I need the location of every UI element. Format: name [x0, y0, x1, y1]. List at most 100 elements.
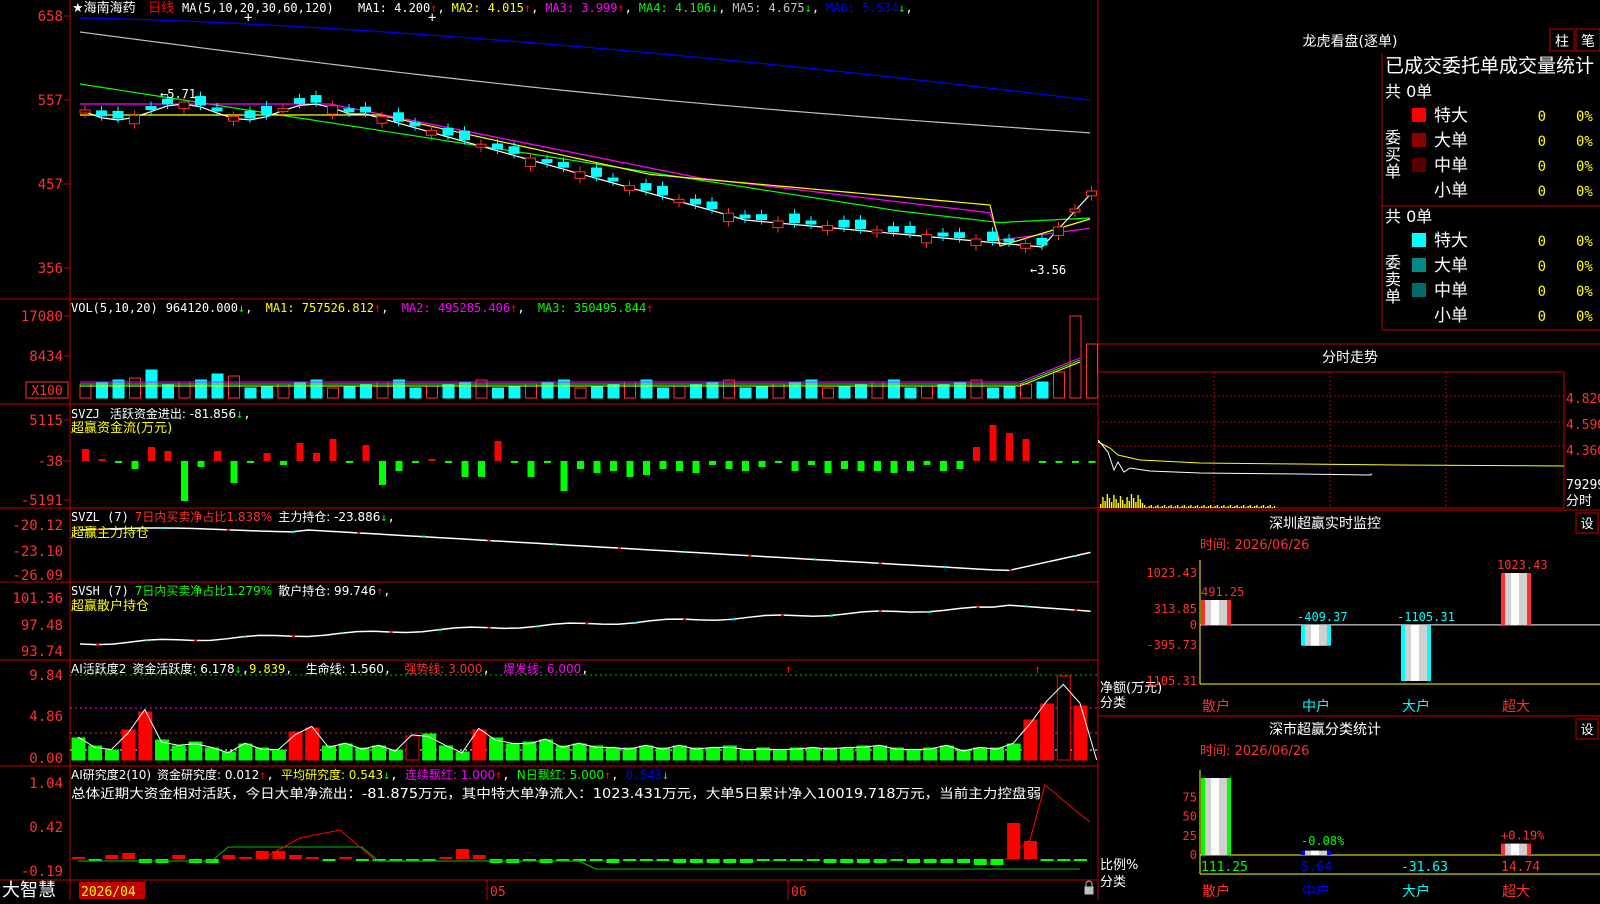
- ai-activity-bar: [756, 747, 771, 761]
- svzl-header: SVZL (7) 7日内买卖净占比1.838% 主力持仓: -23.886↓,: [71, 509, 395, 524]
- order-pct: 0%: [1576, 134, 1593, 150]
- svzj-bar: [428, 459, 436, 461]
- svsh-marker: [829, 614, 833, 617]
- monitor-value-label: -409.37: [1297, 610, 1348, 624]
- longhu-section-title: 已成交委托单成交量统计: [1385, 55, 1594, 77]
- svsh-line: [79, 604, 1091, 646]
- fenshi-volume-tick: [1141, 503, 1144, 508]
- ai-activity-bar: [656, 747, 670, 761]
- ma-arrow: ↓: [711, 1, 718, 15]
- price-tick: 557: [38, 93, 63, 109]
- ai-activity-bar: [1023, 719, 1038, 761]
- fenshi-tick: 4.820: [1566, 392, 1600, 407]
- order-count: 0: [1538, 309, 1546, 325]
- order-count: 0: [1538, 159, 1546, 175]
- fenshi-volume-tick: [1196, 505, 1199, 508]
- ai-activity-bar: [522, 741, 537, 761]
- volume-bar: [112, 379, 125, 399]
- svzl-marker: [943, 566, 947, 569]
- svsh-subtitle: 超赢散户持仓: [71, 598, 149, 614]
- svsh-marker: [976, 606, 980, 609]
- volume-bar: [508, 385, 521, 399]
- lock-icon[interactable]: [1084, 880, 1094, 895]
- fenshi-volume-tick: [1221, 506, 1223, 508]
- svzl-marker: [552, 543, 556, 546]
- candle-body: [624, 185, 635, 191]
- candle-body: [1003, 238, 1015, 243]
- candle-body: [178, 101, 190, 110]
- ai-activity-bar: [238, 743, 253, 761]
- svsh-marker: [1074, 609, 1078, 611]
- monitor-tick: -395.73: [1146, 638, 1197, 652]
- fenshi-volume-tick: [1148, 506, 1150, 508]
- svzj-bar: [362, 445, 370, 461]
- stock-name[interactable]: ★海南海药: [72, 0, 136, 16]
- ai-research-bar: [239, 857, 252, 859]
- fenshi-volume-tick: [1161, 506, 1163, 508]
- ai-research-bar: [656, 859, 670, 861]
- classify-bar-shine: [1311, 850, 1319, 855]
- candle-body: [954, 232, 965, 238]
- candle-body: [591, 167, 602, 177]
- candle-body: [756, 214, 767, 220]
- fenshi-volume-tick: [1130, 494, 1133, 508]
- ai-activity-bar: [823, 747, 837, 761]
- ma-legend: MA1: 4.200↑, MA2: 4.015↑, MA3: 3.999↑, MA4:…: [358, 1, 913, 15]
- svzl-marker: [683, 550, 687, 553]
- svzj-bar: [577, 461, 584, 469]
- candle-body: [673, 198, 685, 203]
- volume-bar: [244, 387, 257, 399]
- svzj-bar: [346, 461, 353, 463]
- ai-activity-bar: [806, 747, 821, 761]
- ai-research-bar: [222, 855, 236, 859]
- fenshi-volume-tick: [1225, 507, 1227, 508]
- ai-activity-bar: [923, 747, 938, 761]
- fenshi-volume-tick: [1273, 506, 1276, 508]
- ai-research-bar: [706, 859, 720, 863]
- candle-body: [228, 115, 239, 122]
- classify-category: 大户: [1402, 883, 1430, 900]
- classify-value-label: -31.63: [1401, 860, 1448, 875]
- order-type: 特大: [1434, 106, 1468, 126]
- fenshi-volume-tick: [1100, 504, 1102, 508]
- ai-research-bar: [823, 859, 837, 863]
- fenshi-volume-tick: [1155, 506, 1157, 508]
- ai-research-bar: [105, 855, 119, 859]
- svzj-bar: [824, 461, 832, 473]
- volume-bar: [558, 379, 570, 399]
- svsh-tick: 97.48: [21, 618, 63, 634]
- svzl-marker: [1074, 555, 1078, 557]
- fenshi-volume-tick: [1126, 497, 1128, 508]
- ai-activity-bar: [589, 745, 604, 761]
- order-pct: 0%: [1576, 234, 1593, 250]
- classify-pct-label: +0.19%: [1501, 829, 1545, 843]
- fenshi-volume-tick: [1168, 506, 1170, 508]
- order-type: 中单: [1434, 156, 1468, 176]
- fenshi-volume-tick: [1247, 506, 1249, 508]
- order-side-label: 单: [1385, 287, 1401, 306]
- ai-research-bar: [840, 859, 854, 863]
- ma-arrow: ↑: [617, 1, 624, 15]
- fenshi-volume-tick: [1190, 505, 1192, 508]
- brand-logo: 大智慧: [2, 880, 56, 900]
- svzj-bar: [511, 461, 518, 463]
- classify-value-label: 14.74: [1501, 860, 1540, 875]
- classify-ylabel: 比例%: [1100, 858, 1138, 873]
- period-label[interactable]: 日线: [148, 1, 174, 16]
- ai-activity-bar: [689, 747, 704, 761]
- fenshi-volume-tick: [1192, 507, 1194, 508]
- ai-research-bar: [322, 859, 336, 861]
- svzj-bar: [857, 461, 865, 471]
- order-type: 小单: [1434, 181, 1468, 201]
- order-count: 0: [1538, 134, 1546, 150]
- svzl-markers: [96, 527, 1078, 572]
- fenshi-volume-tick: [1188, 506, 1190, 508]
- classify-pct-label: -0.08%: [1301, 834, 1345, 848]
- volume-bar: [409, 387, 422, 399]
- monitor-settings-label: 设: [1580, 517, 1593, 532]
- longhu-table: 共 0单委买单特大 0 0%大单 0 0%中单 0 0%小单 0 0%共 0单委卖单特大 0 0%大…: [1385, 82, 1593, 326]
- svzj-bar: [1088, 461, 1096, 463]
- ai2-tick: 1.04: [29, 776, 63, 792]
- ai-activity-bar: [973, 747, 988, 761]
- ai-activity-bar: [956, 749, 971, 761]
